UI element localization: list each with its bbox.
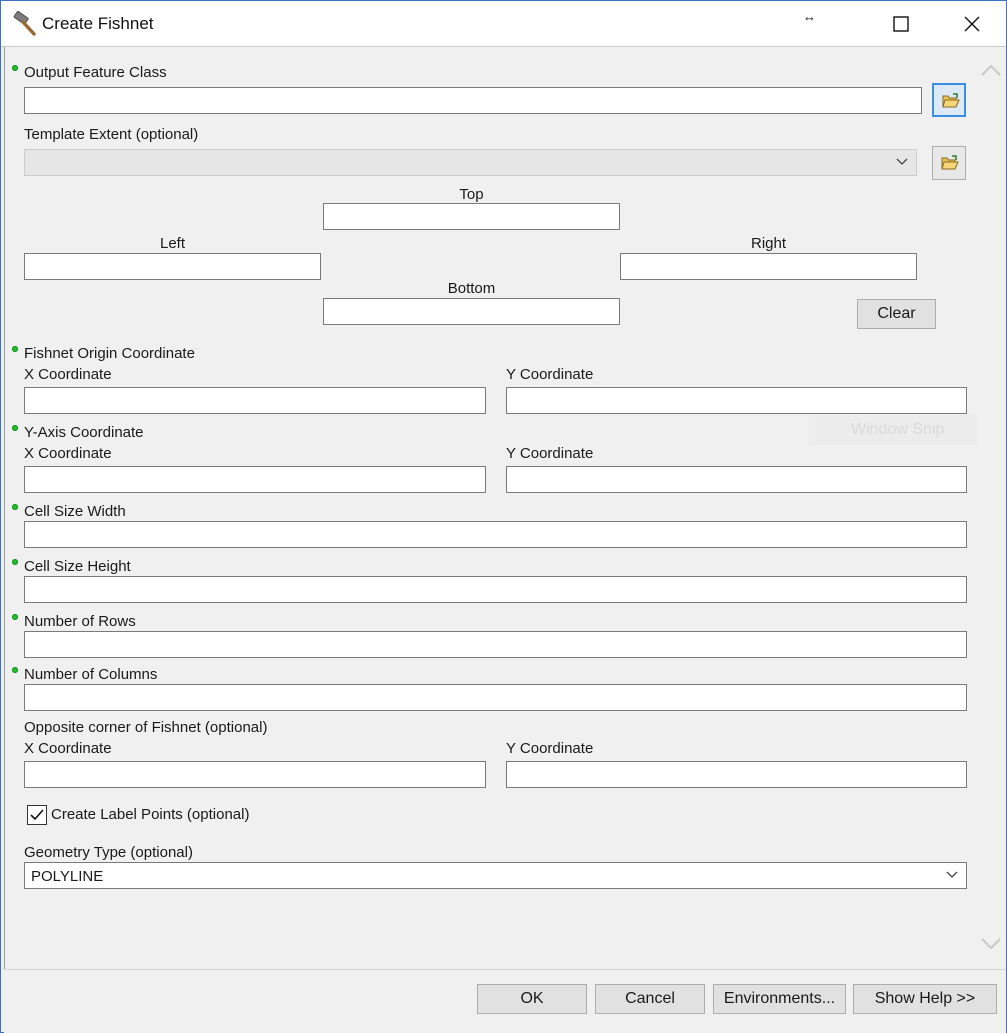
origin-x-label: X Coordinate <box>24 366 112 383</box>
extent-right-input[interactable] <box>620 253 917 280</box>
show-help-button[interactable]: Show Help >> <box>853 984 997 1014</box>
num-columns-input[interactable] <box>24 684 967 711</box>
cell-height-input[interactable] <box>24 576 967 603</box>
required-indicator <box>12 559 18 565</box>
required-indicator <box>12 667 18 673</box>
opposite-x-input[interactable] <box>24 761 486 788</box>
folder-icon <box>942 93 960 108</box>
geometry-type-label: Geometry Type (optional) <box>24 844 193 861</box>
y-axis-x-input[interactable] <box>24 466 486 493</box>
y-axis-y-label: Y Coordinate <box>506 445 594 462</box>
template-extent-label: Template Extent (optional) <box>24 126 199 143</box>
required-indicator <box>12 65 18 71</box>
resize-arrows-icon: ↔ <box>803 9 816 24</box>
num-columns-label: Number of Columns <box>24 666 158 683</box>
y-axis-x-label: X Coordinate <box>24 445 112 462</box>
extent-top-input[interactable] <box>323 203 620 230</box>
title-bar: Create Fishnet ↔ <box>1 1 1006 46</box>
cell-width-input[interactable] <box>24 521 967 548</box>
folder-icon <box>941 155 959 170</box>
parameters-panel: Output Feature Class Template Extent (op… <box>4 47 978 969</box>
origin-y-label: Y Coordinate <box>506 366 594 383</box>
origin-x-input[interactable] <box>24 387 486 414</box>
output-browse-button[interactable] <box>932 83 966 117</box>
num-rows-label: Number of Rows <box>24 613 136 630</box>
scroll-up-icon <box>981 64 1001 76</box>
window-title: Create Fishnet <box>42 14 154 33</box>
required-indicator <box>12 614 18 620</box>
label-points-label[interactable]: Create Label Points (optional) <box>51 806 249 823</box>
y-axis-y-input[interactable] <box>506 466 967 493</box>
extent-right-label: Right <box>750 235 787 252</box>
required-indicator <box>12 504 18 510</box>
extent-bottom-input[interactable] <box>323 298 620 325</box>
geometry-type-value: POLYLINE <box>31 868 104 885</box>
opposite-corner-label: Opposite corner of Fishnet (optional) <box>24 719 268 736</box>
checkmark-icon <box>30 809 44 821</box>
close-button[interactable] <box>949 1 995 46</box>
num-rows-input[interactable] <box>24 631 967 658</box>
extent-left-input[interactable] <box>24 253 321 280</box>
chevron-down-icon <box>946 871 958 878</box>
template-extent-dropdown[interactable] <box>24 149 917 176</box>
opposite-x-label: X Coordinate <box>24 740 112 757</box>
environments-button[interactable]: Environments... <box>713 984 846 1014</box>
opposite-y-label: Y Coordinate <box>506 740 594 757</box>
opposite-y-input[interactable] <box>506 761 967 788</box>
label-points-checkbox[interactable] <box>27 805 47 825</box>
ok-button[interactable]: OK <box>477 984 587 1014</box>
cell-width-label: Cell Size Width <box>24 503 126 520</box>
geometry-type-dropdown[interactable]: POLYLINE <box>24 862 967 889</box>
hammer-icon <box>12 10 38 37</box>
template-extent-browse-button[interactable] <box>932 146 966 180</box>
maximize-button[interactable] <box>878 1 924 46</box>
clear-extent-button[interactable]: Clear <box>857 299 936 329</box>
extent-top-label: Top <box>459 186 484 203</box>
cell-height-label: Cell Size Height <box>24 558 131 575</box>
vertical-scrollbar[interactable] <box>977 47 1006 969</box>
required-indicator <box>12 425 18 431</box>
close-icon <box>964 16 980 32</box>
required-indicator <box>12 346 18 352</box>
y-axis-label: Y-Axis Coordinate <box>24 424 144 441</box>
output-feature-class-label: Output Feature Class <box>24 64 167 81</box>
scroll-down-icon <box>981 938 1001 950</box>
origin-y-input[interactable] <box>506 387 967 414</box>
create-fishnet-dialog: Create Fishnet ↔ Output Feature Class Te… <box>0 0 1007 1033</box>
extent-left-label: Left <box>159 235 186 252</box>
dialog-footer: OK Cancel Environments... Show Help >> <box>4 969 1006 1033</box>
output-feature-class-input[interactable] <box>24 87 922 114</box>
cancel-button[interactable]: Cancel <box>595 984 705 1014</box>
chevron-down-icon <box>896 158 908 165</box>
extent-bottom-label: Bottom <box>447 280 496 297</box>
fishnet-origin-label: Fishnet Origin Coordinate <box>24 345 195 362</box>
